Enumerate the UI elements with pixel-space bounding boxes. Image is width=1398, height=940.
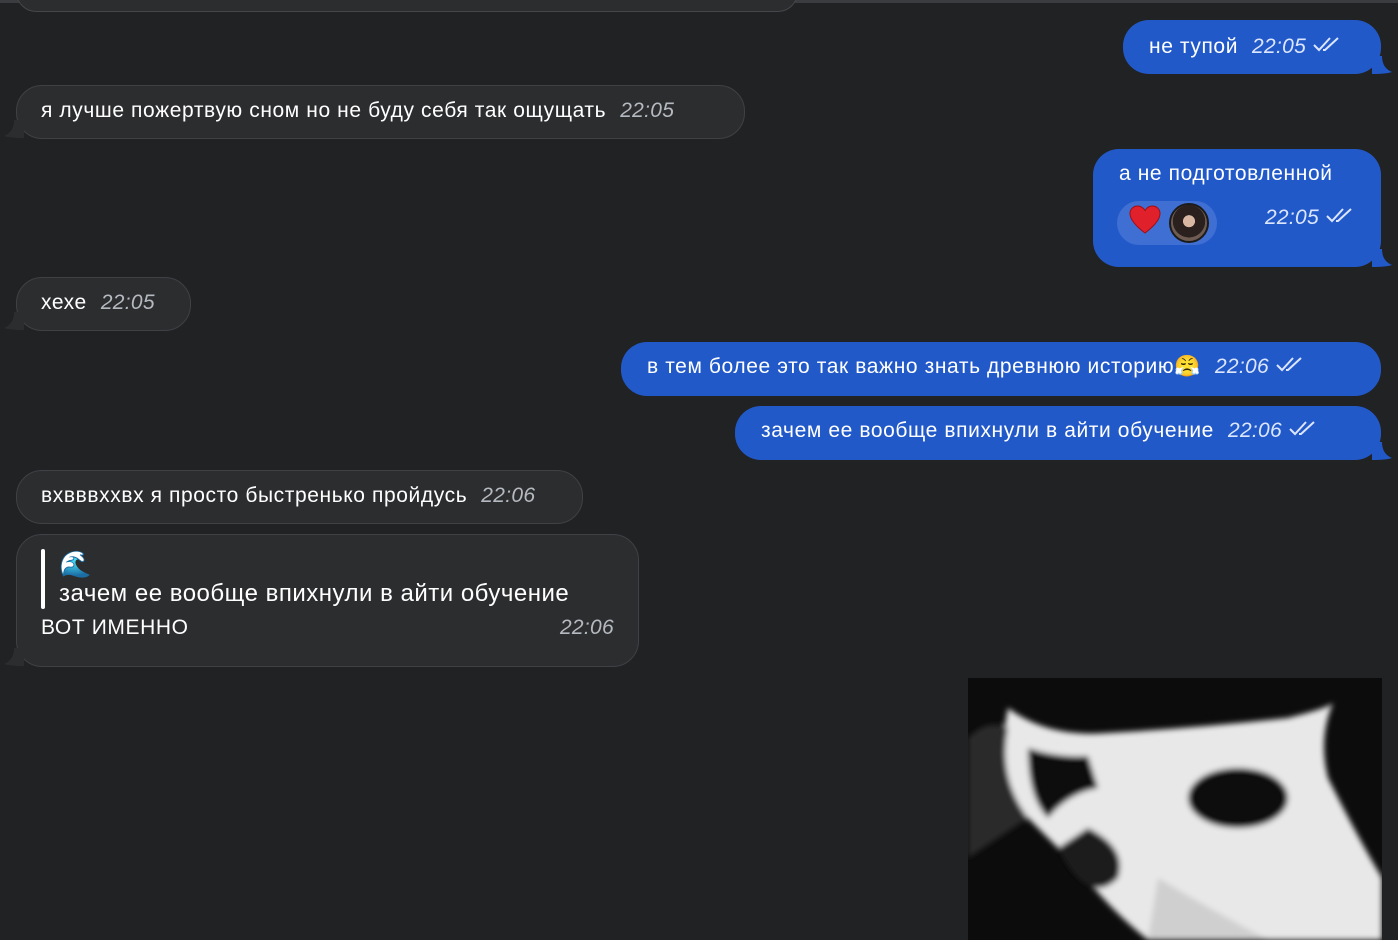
message-incoming-reply[interactable]: 🌊 зачем ее вообще впихнули в айти обучен… <box>16 534 639 667</box>
message-time: 22:05 <box>1252 35 1307 58</box>
read-checkmarks-icon <box>1325 206 1355 224</box>
chat-area: не тупой 22:05 я лучше пожертвую сном но… <box>0 0 1398 940</box>
message-time: 22:06 <box>481 484 536 507</box>
message-text: ВОТ ИМЕННО <box>41 616 189 639</box>
message-time: 22:05 <box>100 291 155 314</box>
reply-bar <box>41 549 45 609</box>
photo-message[interactable] <box>968 678 1382 940</box>
reply-quote[interactable]: 🌊 зачем ее вообще впихнули в айти обучен… <box>41 549 614 609</box>
wave-icon: 🌊 <box>59 549 92 579</box>
message-time: 22:06 <box>1214 355 1270 378</box>
message-outgoing[interactable]: а не подготовленной 22:05 <box>1093 149 1381 267</box>
message-time: 22:06 <box>559 616 614 639</box>
message-time: 22:05 <box>620 99 675 122</box>
bubble-tail <box>4 312 24 330</box>
reply-text: зачем ее вообще впихнули в айти обучение <box>59 580 570 607</box>
message-time: 22:05 <box>1264 206 1319 229</box>
reaction-pill[interactable] <box>1117 201 1217 245</box>
message-outgoing[interactable]: в тем более это так важно знать древнюю … <box>621 342 1381 396</box>
message-text: не тупой <box>1149 35 1239 58</box>
bubble-tail <box>1372 442 1392 460</box>
reactor-avatar <box>1169 203 1209 243</box>
read-checkmarks-icon <box>1312 35 1342 53</box>
message-incoming[interactable]: я лучше пожертвую сном но не буду себя т… <box>16 85 745 139</box>
message-outgoing[interactable]: зачем ее вообще впихнули в айти обучение… <box>735 406 1381 460</box>
message-text: а не подготовленной <box>1119 162 1333 185</box>
bubble-tail <box>4 648 24 666</box>
heart-icon <box>1129 204 1161 242</box>
message-text: хехе <box>41 291 87 314</box>
message-text: зачем ее вообще впихнули в айти обучение <box>761 419 1214 442</box>
message-time: 22:06 <box>1227 419 1283 442</box>
message-text: вхвввххвх я просто быстренько пройдусь <box>41 484 468 507</box>
message-text: я лучше пожертвую сном но не буду себя т… <box>41 99 607 122</box>
message-incoming[interactable]: вхвввххвх я просто быстренько пройдусь 2… <box>16 470 583 524</box>
cat-photo <box>968 678 1382 940</box>
message-text: в тем более это так важно знать древнюю … <box>647 355 1201 378</box>
bubble-tail <box>1372 56 1392 74</box>
read-checkmarks-icon <box>1275 355 1305 373</box>
previous-message-bubble[interactable] <box>16 0 798 12</box>
read-checkmarks-icon <box>1288 419 1318 437</box>
message-incoming[interactable]: хехе 22:05 <box>16 277 191 331</box>
message-outgoing[interactable]: не тупой 22:05 <box>1123 20 1381 74</box>
bubble-tail <box>4 120 24 138</box>
bubble-tail <box>1372 249 1392 267</box>
